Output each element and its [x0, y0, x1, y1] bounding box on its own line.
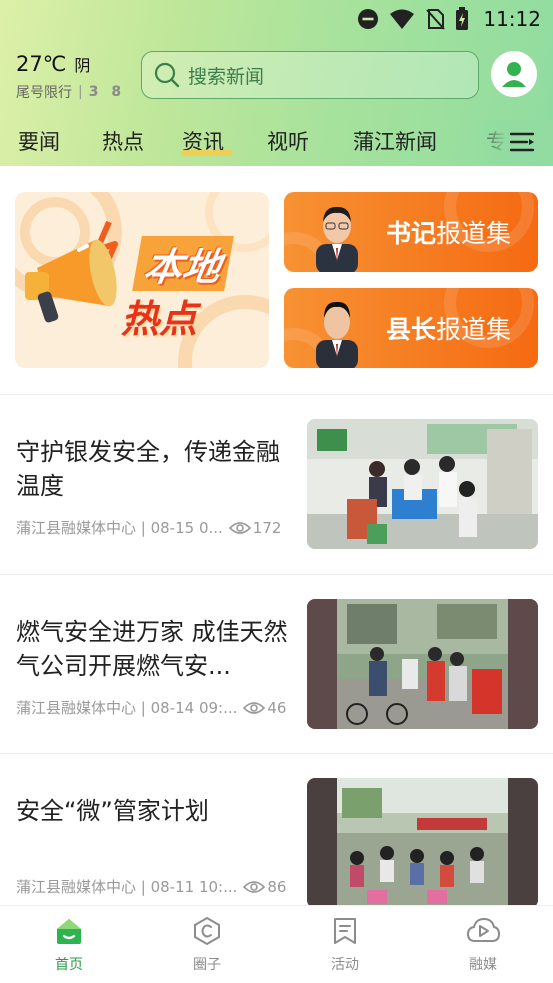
tab-menu-button[interactable] — [500, 124, 544, 160]
temperature: 27℃ — [16, 52, 67, 76]
secretary-report-card[interactable]: 书记报道集 — [284, 192, 538, 272]
menu-icon — [509, 132, 535, 152]
nav-home-label: 首页 — [55, 957, 83, 973]
banner-line1: 本地 — [132, 236, 234, 291]
view-count: 86 — [267, 877, 287, 896]
news-meta: 蒲江县融媒体中心 | 08-14 09:... 46 — [16, 697, 286, 718]
nav-activity[interactable]: 活动 — [305, 916, 385, 974]
nav-media-label: 融媒 — [469, 957, 497, 973]
eye-icon — [243, 880, 266, 893]
separator: | — [78, 84, 83, 100]
nav-home[interactable]: 首页 — [29, 916, 109, 974]
eye-icon — [228, 521, 251, 534]
county-head-portrait — [316, 301, 358, 368]
tab-yaowen[interactable]: 要闻 — [18, 126, 60, 156]
active-tab-indicator — [181, 150, 233, 156]
activity-flag-icon — [334, 918, 356, 944]
county-head-report-label: 县长报道集 — [386, 315, 512, 344]
news-thumbnail-community — [307, 778, 538, 908]
clock: 11:12 — [483, 7, 541, 31]
tab-redian[interactable]: 热点 — [102, 126, 144, 156]
user-icon — [502, 62, 526, 87]
user-avatar[interactable] — [491, 51, 537, 97]
eye-icon — [243, 701, 266, 714]
news-meta: 蒲江县融媒体中心 | 08-11 10:... 86 — [16, 876, 286, 897]
status-bar: 11:12 — [0, 0, 553, 38]
do-not-disturb-icon — [358, 9, 379, 29]
home-icon — [57, 919, 81, 944]
news-thumbnail-gas-safety — [307, 599, 538, 729]
news-title: 安全“微”管家计划 — [16, 797, 209, 825]
nav-circle-label: 圈子 — [193, 957, 221, 973]
circle-community-icon — [194, 916, 220, 946]
news-source-date: 蒲江县融媒体中心 | 08-11 10:... — [16, 878, 238, 896]
secretary-report-label: 书记报道集 — [386, 219, 512, 248]
news-title: 守护银发安全，传递金融温度 — [16, 438, 280, 500]
bottom-navigation: 首页 圈子 活动 融媒 — [0, 905, 553, 983]
weather-condition: 阴 — [74, 56, 91, 75]
county-head-report-card[interactable]: 县长报道集 — [284, 288, 538, 368]
search-placeholder: 搜索新闻 — [188, 65, 265, 88]
news-item[interactable]: 燃气安全进万家 成佳天然气公司开展燃气安... 蒲江县融媒体中心 | 08-14… — [0, 575, 553, 755]
header: 11:12 27℃ 阴 尾号限行 | 3 8 搜索新闻 要闻 热点 资讯 视听 … — [0, 0, 553, 166]
secretary-portrait — [316, 206, 358, 272]
news-thumbnail-bank — [307, 419, 538, 549]
search-icon — [154, 62, 180, 88]
battery-icon — [456, 7, 469, 30]
news-item[interactable]: 守护银发安全，传递金融温度 蒲江县融媒体中心 | 08-15 0... 172 — [0, 395, 553, 575]
nav-activity-label: 活动 — [331, 957, 359, 973]
nav-circle[interactable]: 圈子 — [167, 916, 247, 974]
view-count: 46 — [267, 698, 287, 717]
no-sim-icon — [426, 9, 446, 30]
search-input[interactable]: 搜索新闻 — [141, 51, 479, 99]
view-count: 172 — [252, 518, 282, 537]
plate-limit-label: 尾号限行 — [16, 85, 72, 101]
news-title: 燃气安全进万家 成佳天然气公司开展燃气安... — [16, 618, 288, 680]
banner-line2: 热点 — [121, 297, 198, 341]
local-hotspot-banner[interactable]: 本地 热点 — [15, 192, 269, 368]
news-source-date: 蒲江县融媒体中心 | 08-15 0... — [16, 519, 223, 537]
plate-limit-numbers: 3 8 — [88, 84, 126, 100]
cloud-play-icon — [466, 917, 501, 942]
news-meta: 蒲江县融媒体中心 | 08-15 0... 172 — [16, 517, 281, 538]
nav-media[interactable]: 融媒 — [443, 916, 523, 974]
news-source-date: 蒲江县融媒体中心 | 08-14 09:... — [16, 699, 238, 717]
weather-widget[interactable]: 27℃ 阴 尾号限行 | 3 8 — [16, 52, 125, 102]
wifi-icon — [390, 9, 415, 29]
tab-shiting[interactable]: 视听 — [267, 126, 309, 156]
megaphone-icon — [25, 220, 118, 323]
tab-pujiang-news[interactable]: 蒲江新闻 — [353, 126, 437, 156]
